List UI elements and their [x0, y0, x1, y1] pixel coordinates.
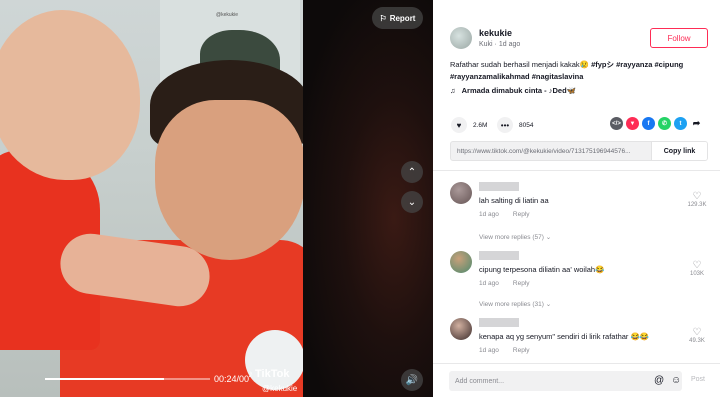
follow-button[interactable]: Follow — [650, 28, 708, 48]
commenter-avatar[interactable] — [450, 251, 472, 273]
at-mention-icon[interactable]: @ — [654, 375, 664, 386]
heart-outline-icon: ♡ — [692, 260, 702, 271]
video-stage[interactable]: @kekukie 00:24/00 ♪ TikTok @kekukie ⚐ Rep… — [0, 0, 433, 397]
watermark-brand: TikTok — [255, 368, 290, 380]
reply-button[interactable]: Reply — [513, 280, 530, 287]
whatsapp-icon[interactable]: ✆ — [658, 117, 671, 130]
video-progress-bar[interactable] — [45, 378, 210, 380]
cup — [245, 330, 303, 390]
comment-like-count: 103K — [689, 271, 704, 277]
comment-date: 1d ago — [479, 347, 499, 354]
share-arrow-icon[interactable]: ➦ — [690, 117, 703, 130]
hashtag[interactable]: #nagitaslavina — [532, 72, 584, 81]
view-more-replies[interactable]: View more replies (57) ⌄ — [479, 233, 551, 241]
comment-text: kenapa aq yg senyum" sendiri di lirik ra… — [479, 332, 650, 341]
comment-icon: ••• — [497, 117, 513, 133]
commenter-name-redacted — [479, 318, 519, 327]
comment-meta: 1d ago Reply — [479, 280, 530, 287]
comment-count: 8054 — [519, 121, 534, 129]
comment-meta: 1d ago Reply — [479, 347, 530, 354]
view-more-replies[interactable]: View more replies (31) ⌄ — [479, 300, 551, 308]
reply-button[interactable]: Reply — [513, 211, 530, 218]
chevron-up-icon: ⌃ — [407, 166, 417, 178]
share-icons: </> ▼ f ✆ t ➦ — [610, 117, 703, 130]
comment-composer: Add comment... @ ☺ Post — [433, 363, 720, 397]
previous-video-button[interactable]: ⌃ — [401, 161, 423, 183]
commenter-name-redacted — [479, 182, 519, 191]
comment-like-count: 129.3K — [687, 202, 707, 208]
heart-outline-icon: ♡ — [692, 191, 702, 202]
copy-link-button[interactable]: Copy link — [651, 142, 707, 160]
hashtag[interactable]: #cipung — [654, 60, 683, 69]
video-caption: Rafathar sudah berhasil menjadi kakak😢 #… — [450, 59, 710, 83]
hashtag[interactable]: #rayyanzamalikahmad — [450, 72, 530, 81]
speaker-icon: 🔊 — [405, 374, 419, 386]
hashtag[interactable]: #fypシ — [591, 60, 614, 69]
reply-button[interactable]: Reply — [513, 347, 530, 354]
author-avatar[interactable] — [450, 27, 472, 49]
report-button[interactable]: ⚐ Report — [372, 7, 423, 29]
add-comment-placeholder: Add comment... — [455, 377, 505, 385]
comment-like-button[interactable]: ♡ 129.3K — [686, 191, 708, 209]
comment-date: 1d ago — [479, 280, 499, 287]
comment-like-button[interactable]: ♡ 49.3K — [686, 327, 708, 345]
section-divider — [433, 170, 720, 171]
caption-text: Rafathar sudah berhasil menjadi kakak😢 — [450, 60, 589, 69]
send-icon[interactable]: ▼ — [626, 117, 639, 130]
video-link-box: https://www.tiktok.com/@kekukie/video/71… — [450, 141, 708, 161]
next-video-button[interactable]: ⌄ — [401, 191, 423, 213]
chevron-down-icon: ⌄ — [545, 234, 552, 241]
video-frame[interactable]: @kekukie — [0, 0, 303, 397]
video-link-url[interactable]: https://www.tiktok.com/@kekukie/video/71… — [451, 148, 651, 155]
add-comment-input[interactable]: Add comment... @ ☺ — [449, 371, 682, 391]
details-panel: kekukie Kuki · 1d ago Follow Rafathar su… — [433, 0, 720, 397]
author-username[interactable]: kekukie — [479, 28, 512, 38]
watermark-logo: ♪ TikTok — [248, 368, 289, 380]
commenter-avatar[interactable] — [450, 318, 472, 340]
facebook-icon[interactable]: f — [642, 117, 655, 130]
watermark-user: @kekukie — [262, 384, 298, 393]
flag-icon: ⚐ — [379, 13, 387, 23]
commenter-avatar[interactable] — [450, 182, 472, 204]
author-subline: Kuki · 1d ago — [479, 41, 521, 48]
watermark-top: @kekukie — [216, 12, 239, 18]
music-note-icon: ♫ — [450, 86, 456, 95]
chevron-down-icon: ⌄ — [407, 196, 417, 208]
view-more-label: View more replies (57) — [479, 234, 544, 241]
music-title: Armada dimabuk cinta - ♪Ded🦋 — [461, 86, 576, 95]
heart-outline-icon: ♡ — [692, 327, 702, 338]
baby-head — [0, 10, 140, 180]
tiktok-logo-icon: ♪ — [248, 369, 253, 380]
comment-stat[interactable]: ••• 8054 — [497, 117, 533, 133]
commenter-name-redacted — [479, 251, 519, 260]
volume-button[interactable]: 🔊 — [401, 369, 423, 391]
report-label: Report — [389, 13, 416, 23]
emoji-icon[interactable]: ☺ — [671, 375, 681, 386]
comment-text: lah salting di liatin aa — [479, 196, 549, 205]
like-count: 2.6M — [473, 121, 488, 129]
comment-like-button[interactable]: ♡ 103K — [686, 260, 708, 278]
video-time: 00:24/00 — [214, 374, 250, 384]
music-link[interactable]: ♫ Armada dimabuk cinta - ♪Ded🦋 — [450, 86, 576, 95]
video-progress-fill — [45, 378, 164, 380]
comment-date: 1d ago — [479, 211, 499, 218]
like-stat[interactable]: ♥ 2.6M — [451, 117, 487, 133]
post-button[interactable]: Post — [691, 376, 705, 383]
comment-text: cipung terpesona diliatin aa' woilah😂 — [479, 265, 605, 274]
comment-meta: 1d ago Reply — [479, 211, 530, 218]
view-more-label: View more replies (31) — [479, 301, 544, 308]
comment-like-count: 49.3K — [689, 338, 705, 344]
embed-icon[interactable]: </> — [610, 117, 623, 130]
twitter-icon[interactable]: t — [674, 117, 687, 130]
heart-icon: ♥ — [451, 117, 467, 133]
chevron-down-icon: ⌄ — [545, 301, 552, 308]
hashtag[interactable]: #rayyanza — [616, 60, 652, 69]
boy-face — [155, 100, 303, 260]
